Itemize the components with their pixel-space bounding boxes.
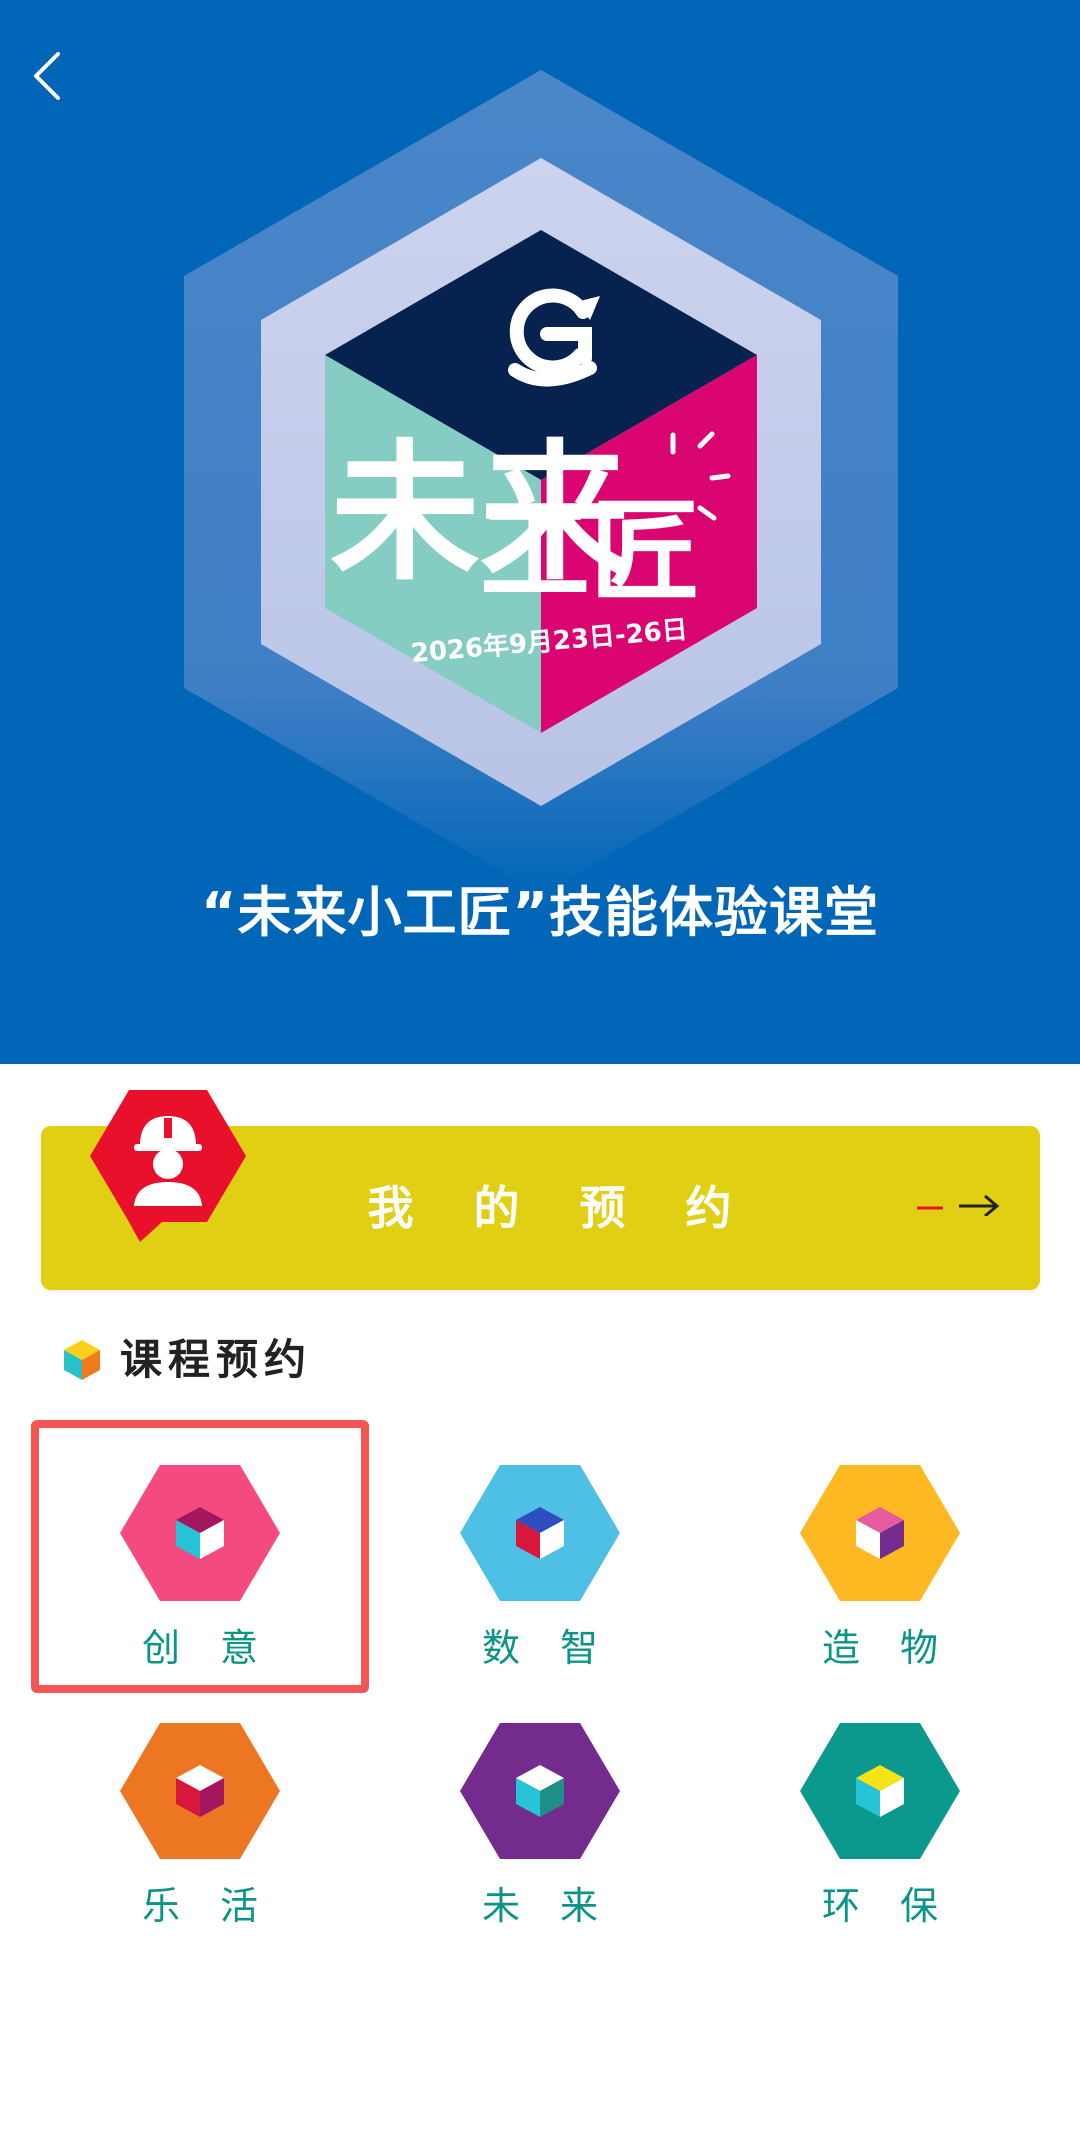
back-button[interactable] [18, 40, 78, 110]
category-label: 造 物 [821, 1626, 953, 1670]
chevron-left-icon [34, 52, 60, 100]
category-label: 环 保 [821, 1884, 953, 1928]
svg-text:工匠: 工匠 [480, 488, 700, 616]
section-title: 课程预约 [120, 1335, 313, 1384]
category-label: 数 智 [481, 1626, 613, 1670]
category-6[interactable]: 环 保 [730, 1723, 1030, 1953]
category-hexagon-icon [120, 1723, 280, 1859]
category-hexagon-icon [460, 1465, 620, 1601]
category-5[interactable]: 未 来 [390, 1723, 690, 1953]
category-4[interactable]: 乐 活 [50, 1723, 350, 1953]
arrow-right-icon [917, 1194, 1000, 1216]
selected-category-highlight [31, 1420, 369, 1693]
cube-icon [64, 1340, 100, 1380]
category-hexagon-icon [800, 1465, 960, 1601]
category-3[interactable]: 造 物 [730, 1465, 1030, 1695]
category-hexagon-icon [800, 1723, 960, 1859]
worker-helmet-icon [90, 1090, 246, 1242]
page-title: “未来小工匠”技能体验课堂 [201, 881, 879, 944]
category-2[interactable]: 数 智 [390, 1465, 690, 1695]
category-label: 乐 活 [141, 1884, 273, 1928]
category-label: 未 来 [481, 1884, 613, 1928]
hero-banner: 未来 工匠 2026年9月23日-26日 “未来小工匠”技能体验课堂 [0, 0, 1080, 1064]
category-hexagon-icon [460, 1723, 620, 1859]
